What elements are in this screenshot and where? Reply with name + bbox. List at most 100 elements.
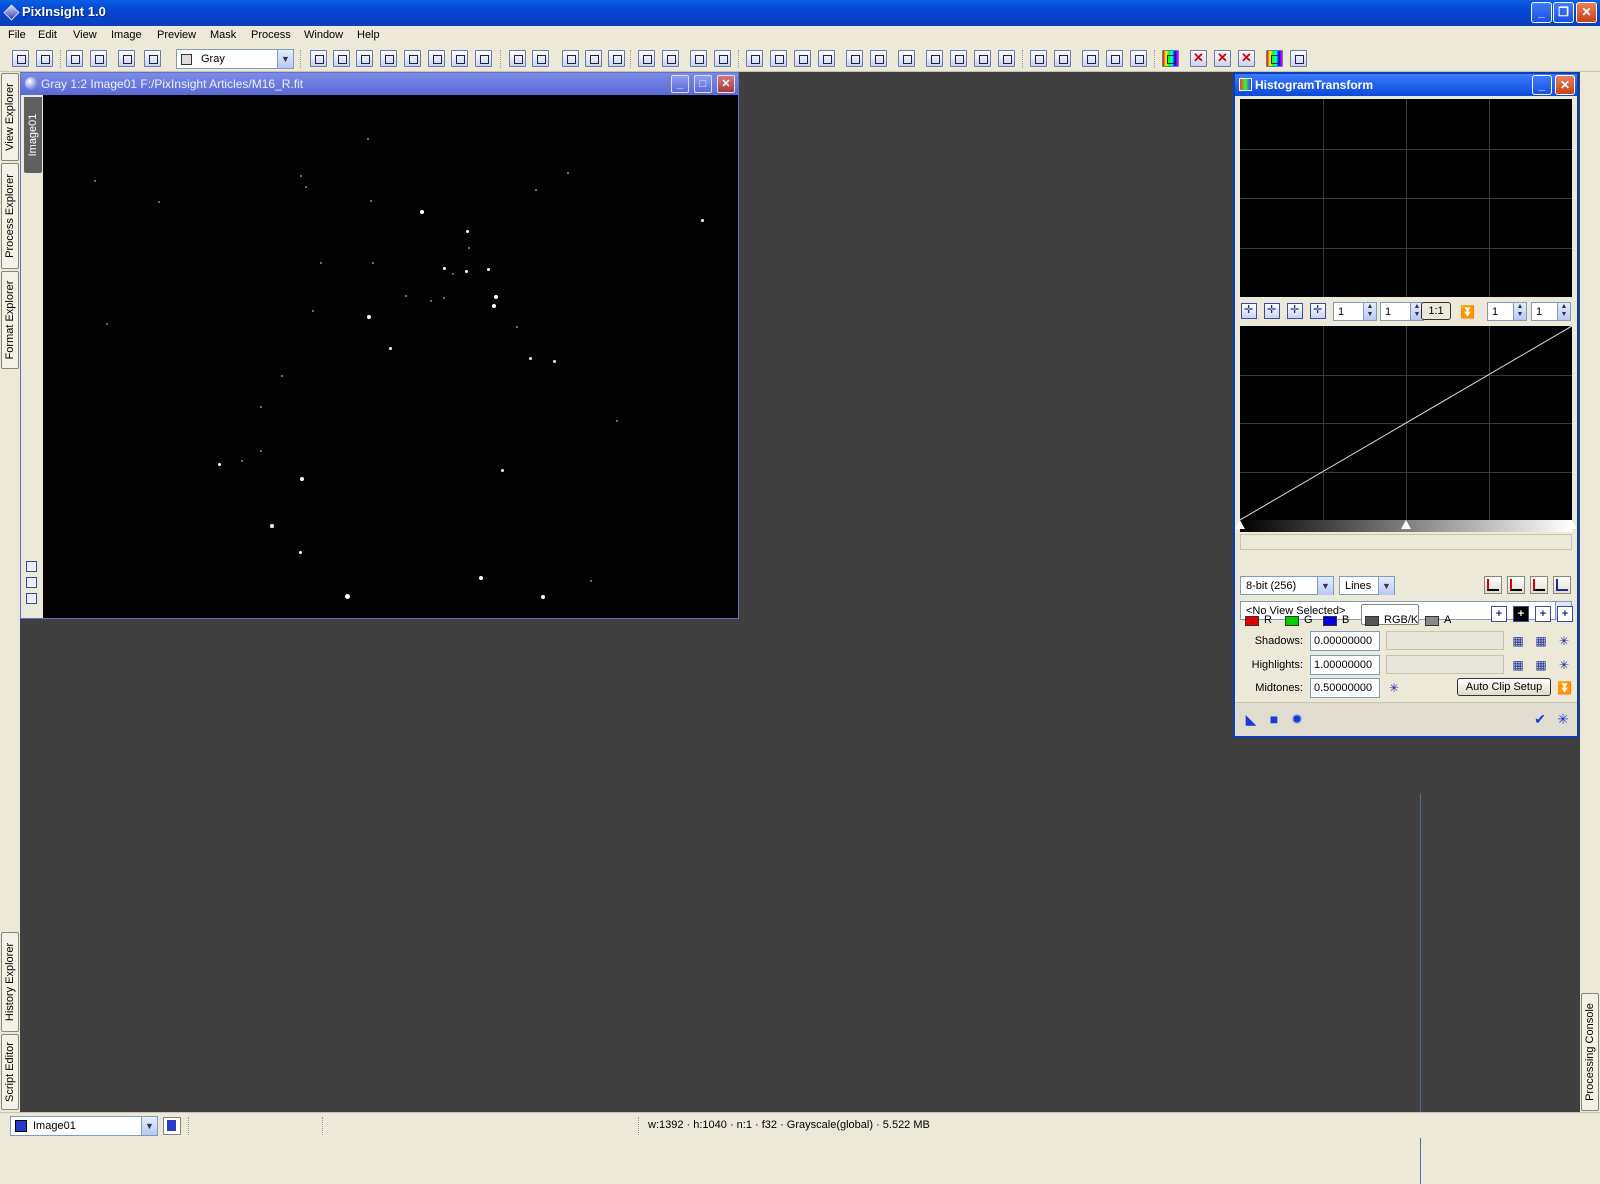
zoom-fit-icon[interactable] bbox=[608, 50, 625, 67]
duplicate-image-icon[interactable] bbox=[90, 50, 107, 67]
close-button[interactable]: ✕ bbox=[1576, 2, 1597, 23]
shadows-slider[interactable] bbox=[1386, 631, 1504, 650]
highlights-input[interactable]: 1.00000000 bbox=[1310, 655, 1380, 675]
curve-zoom-v-spinner[interactable]: 1 ▲ ▼ bbox=[1531, 302, 1571, 321]
real-time-preview-icon[interactable]: ✹ bbox=[1289, 711, 1305, 727]
histogram-minimize-button[interactable]: _ bbox=[1532, 75, 1552, 95]
hide-mask-icon[interactable] bbox=[1238, 50, 1255, 67]
zoom-1-2-icon[interactable] bbox=[585, 50, 602, 67]
new-instance-icon[interactable]: ◣ bbox=[1243, 711, 1259, 727]
graph-style-select[interactable]: Lines ▼ bbox=[1339, 576, 1395, 595]
status-view-select[interactable]: Image01 ▼ bbox=[10, 1116, 158, 1136]
image-view-tab[interactable]: Image01 bbox=[24, 97, 42, 173]
tab-format-explorer[interactable]: Format Explorer bbox=[1, 271, 19, 369]
shadows-clip-icon[interactable]: ▦ bbox=[1511, 634, 1525, 648]
histogram-zoom-out-icon[interactable] bbox=[1287, 303, 1303, 319]
histogram-view-icon[interactable] bbox=[1484, 576, 1502, 594]
screen-transfer-icon[interactable] bbox=[1290, 50, 1307, 67]
new-preview-icon[interactable] bbox=[428, 50, 445, 67]
midtones-reset-icon[interactable]: ✳ bbox=[1387, 681, 1401, 695]
spinner-arrows-icon[interactable]: ▲ ▼ bbox=[1513, 303, 1526, 320]
zoom-out-mode-icon[interactable] bbox=[356, 50, 373, 67]
zoom-in-mode-icon[interactable] bbox=[333, 50, 350, 67]
shadows-auto-icon[interactable]: ▦ bbox=[1534, 634, 1548, 648]
menu-process[interactable]: Process bbox=[251, 29, 291, 41]
menu-window[interactable]: Window bbox=[304, 29, 343, 41]
rgb-working-space-icon[interactable] bbox=[1266, 50, 1283, 67]
preview-tool-3-icon[interactable] bbox=[794, 50, 811, 67]
fit-view-icon[interactable] bbox=[638, 50, 655, 67]
center-mode-icon[interactable] bbox=[404, 50, 421, 67]
intensity-gradient-bar[interactable] bbox=[1235, 520, 1577, 532]
mask-tool-2-icon[interactable] bbox=[950, 50, 967, 67]
minimize-button[interactable]: _ bbox=[1531, 2, 1552, 23]
color-display-icon[interactable] bbox=[1162, 50, 1179, 67]
mask-tool-4-icon[interactable] bbox=[998, 50, 1015, 67]
image-minimize-button[interactable]: _ bbox=[671, 75, 689, 93]
apply-check-icon[interactable]: ✔ bbox=[1532, 711, 1548, 727]
fit-window-icon[interactable] bbox=[662, 50, 679, 67]
edit-preview-icon[interactable] bbox=[451, 50, 468, 67]
dynamic-operation-icon[interactable] bbox=[475, 50, 492, 67]
disable-mask-icon[interactable] bbox=[1190, 50, 1207, 67]
preview-tool-1-icon[interactable] bbox=[746, 50, 763, 67]
invert-image-icon[interactable] bbox=[144, 50, 161, 67]
highlights-handle[interactable] bbox=[1567, 520, 1577, 529]
shadows-reset-icon[interactable]: ✳ bbox=[1557, 634, 1571, 648]
image-window-titlebar[interactable]: Gray 1:2 Image01 F:/PixInsight Articles/… bbox=[21, 73, 738, 95]
histogram-zoom-h-spinner[interactable]: 1 ▲ ▼ bbox=[1333, 302, 1377, 321]
status-document-icon[interactable] bbox=[163, 1117, 181, 1135]
undo-icon[interactable] bbox=[12, 50, 29, 67]
process-tool-3-icon[interactable] bbox=[1082, 50, 1099, 67]
shadows-handle[interactable] bbox=[1235, 520, 1245, 529]
preview-tool-2-icon[interactable] bbox=[770, 50, 787, 67]
invert-mask-icon[interactable] bbox=[1214, 50, 1231, 67]
tab-view-explorer[interactable]: View Explorer bbox=[1, 73, 19, 161]
redo-icon[interactable] bbox=[36, 50, 53, 67]
add-black-icon[interactable]: + bbox=[1513, 606, 1529, 622]
rotate-icon[interactable] bbox=[898, 50, 915, 67]
histogram-graph[interactable] bbox=[1240, 99, 1572, 297]
shadows-input[interactable]: 0.00000000 bbox=[1310, 631, 1380, 651]
histogram-titlebar[interactable]: HistogramTransform _ ✕ bbox=[1235, 74, 1577, 96]
tab-processing-console[interactable]: Processing Console bbox=[1581, 993, 1599, 1111]
mask-tool-3-icon[interactable] bbox=[974, 50, 991, 67]
mirror-vertical-icon[interactable] bbox=[870, 50, 887, 67]
display-channel-icon[interactable] bbox=[690, 50, 707, 67]
display-alpha-icon[interactable] bbox=[714, 50, 731, 67]
tab-history-explorer[interactable]: History Explorer bbox=[1, 932, 19, 1032]
zoom-1-1-icon[interactable] bbox=[562, 50, 579, 67]
tab-process-explorer[interactable]: Process Explorer bbox=[1, 163, 19, 269]
image-canvas[interactable] bbox=[43, 95, 738, 618]
menu-help[interactable]: Help bbox=[357, 29, 380, 41]
mirror-horizontal-icon[interactable] bbox=[846, 50, 863, 67]
zoom-ratio-button[interactable]: 1:1 bbox=[1421, 302, 1451, 320]
expand-arrow-icon[interactable]: ⏬ bbox=[1557, 681, 1572, 695]
colorspace-select[interactable]: Gray ▼ bbox=[176, 49, 294, 69]
reset-icon[interactable]: ✳ bbox=[1555, 711, 1571, 727]
midtones-input[interactable]: 0.50000000 bbox=[1310, 678, 1380, 698]
preview-tool-4-icon[interactable] bbox=[818, 50, 835, 67]
menu-preview[interactable]: Preview bbox=[157, 29, 196, 41]
curve-view-icon[interactable] bbox=[1530, 576, 1548, 594]
add-white-icon[interactable]: + bbox=[1557, 606, 1573, 622]
histogram-zoom-in-icon[interactable] bbox=[1264, 303, 1280, 319]
histogram-transform-window[interactable]: HistogramTransform _ ✕ 1 ▲▼ 1 ▲▼ 1:1 ⏬ 1 ▲▼… bbox=[1233, 72, 1579, 738]
menu-edit[interactable]: Edit bbox=[38, 29, 57, 41]
preview-1-icon[interactable] bbox=[26, 561, 37, 572]
zoom-in-icon[interactable] bbox=[509, 50, 526, 67]
add-gray-icon[interactable]: + bbox=[1535, 606, 1551, 622]
midtones-handle[interactable] bbox=[1401, 520, 1411, 529]
histogram-zoom-v-spinner[interactable]: 1 ▲ ▼ bbox=[1380, 302, 1424, 321]
process-tool-2-icon[interactable] bbox=[1054, 50, 1071, 67]
histogram-close-button[interactable]: ✕ bbox=[1555, 75, 1575, 95]
preview-3-icon[interactable] bbox=[26, 593, 37, 604]
process-tool-1-icon[interactable] bbox=[1030, 50, 1047, 67]
highlights-auto-icon[interactable]: ▦ bbox=[1534, 658, 1548, 672]
process-tool-4-icon[interactable] bbox=[1106, 50, 1123, 67]
tab-script-editor[interactable]: Script Editor bbox=[1, 1034, 19, 1110]
highlights-slider[interactable] bbox=[1386, 655, 1504, 674]
restore-button[interactable]: ❐ bbox=[1553, 2, 1574, 23]
spinner-arrows-icon[interactable]: ▲ ▼ bbox=[1557, 303, 1570, 320]
process-tool-5-icon[interactable] bbox=[1130, 50, 1147, 67]
